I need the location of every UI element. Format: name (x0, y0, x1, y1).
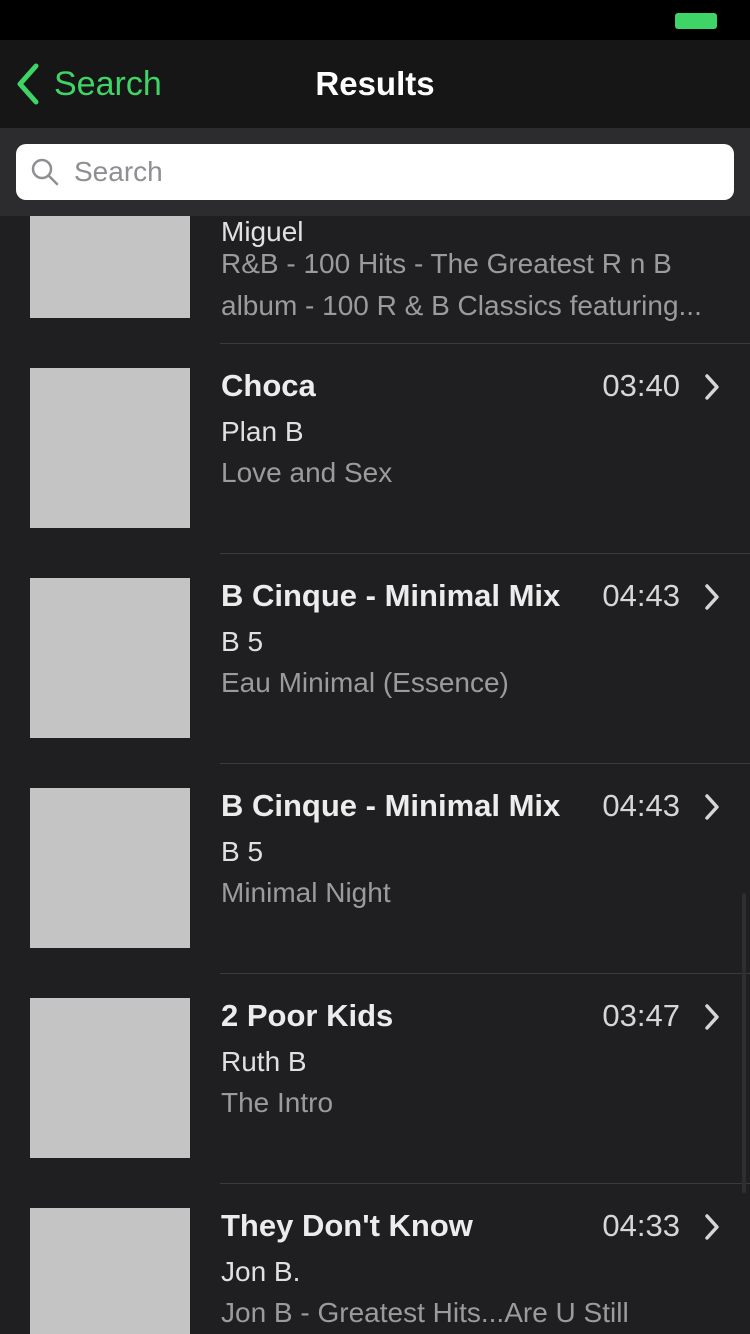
album-artwork (30, 216, 190, 318)
artist-label: Ruth B (221, 1046, 307, 1077)
album-label: Love and Sex (221, 457, 393, 488)
search-bar[interactable] (16, 144, 734, 200)
album-label: Jon B - Greatest Hits...Are U Still (221, 1297, 629, 1328)
track-title: B Cinque - Minimal Mix (221, 578, 561, 613)
track-duration: 03:40 (602, 368, 680, 403)
track-duration: 03:47 (602, 998, 680, 1033)
status-bar (0, 0, 750, 40)
magnifier-icon (31, 158, 59, 186)
battery-icon (675, 13, 717, 29)
track-title: Choca (221, 368, 316, 403)
album-artwork (30, 1208, 190, 1334)
results-list[interactable]: Miguel R&B - 100 Hits - The Greatest R n… (0, 216, 750, 1334)
chevron-right-icon (705, 374, 719, 400)
list-item[interactable]: B Cinque - Minimal Mix 04:43 B 5 Minimal… (0, 764, 750, 974)
artist-label: B 5 (221, 626, 264, 657)
artist-label: Jon B. (221, 1256, 301, 1287)
album-artwork (30, 368, 190, 528)
artist-label: B 5 (221, 836, 264, 867)
track-title: 2 Poor Kids (221, 998, 394, 1033)
track-duration: 04:33 (602, 1208, 680, 1243)
album-label: The Intro (221, 1087, 334, 1118)
back-button[interactable]: Search (12, 62, 162, 106)
list-item[interactable]: Miguel R&B - 100 Hits - The Greatest R n… (0, 216, 750, 344)
track-title: They Don't Know (221, 1208, 473, 1243)
artist-label: Plan B (221, 416, 304, 447)
album-artwork (30, 998, 190, 1158)
track-duration: 04:43 (602, 788, 680, 823)
scroll-indicator[interactable] (742, 893, 746, 1193)
album-label: Eau Minimal (Essence) (221, 667, 509, 698)
chevron-right-icon (705, 1004, 719, 1030)
navigation-bar: Search Results (0, 40, 750, 128)
list-item[interactable]: B Cinque - Minimal Mix 04:43 B 5 Eau Min… (0, 554, 750, 764)
chevron-right-icon (705, 794, 719, 820)
chevron-right-icon (705, 584, 719, 610)
chevron-left-icon (17, 63, 39, 105)
list-item[interactable]: 2 Poor Kids 03:47 Ruth B The Intro (0, 974, 750, 1184)
search-input[interactable] (72, 155, 734, 189)
album-label: R&B - 100 Hits - The Greatest R n B albu… (221, 248, 702, 321)
track-title: B Cinque - Minimal Mix (221, 788, 561, 823)
chevron-right-icon (705, 1214, 719, 1240)
album-artwork (30, 578, 190, 738)
album-label: Minimal Night (221, 877, 391, 908)
back-button-label: Search (54, 65, 162, 103)
list-item[interactable]: Choca 03:40 Plan B Love and Sex (0, 344, 750, 554)
track-duration: 04:43 (602, 578, 680, 613)
album-artwork (30, 788, 190, 948)
list-item[interactable]: They Don't Know 04:33 Jon B. Jon B - Gre… (0, 1184, 750, 1334)
search-bar-container (0, 128, 750, 216)
